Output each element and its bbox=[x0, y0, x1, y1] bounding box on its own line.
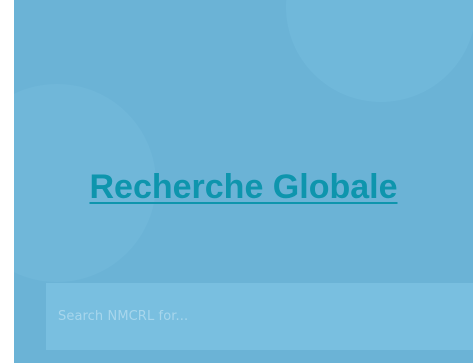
search-panel: Recherche Globale Search NMCRL for... bbox=[14, 0, 473, 363]
search-placeholder: Search NMCRL for... bbox=[58, 309, 189, 324]
global-search-link[interactable]: Recherche Globale bbox=[14, 164, 473, 210]
page: Recherche Globale Search NMCRL for... bbox=[0, 0, 473, 363]
search-input[interactable]: Search NMCRL for... bbox=[46, 283, 473, 350]
decorative-circle bbox=[286, 0, 473, 102]
